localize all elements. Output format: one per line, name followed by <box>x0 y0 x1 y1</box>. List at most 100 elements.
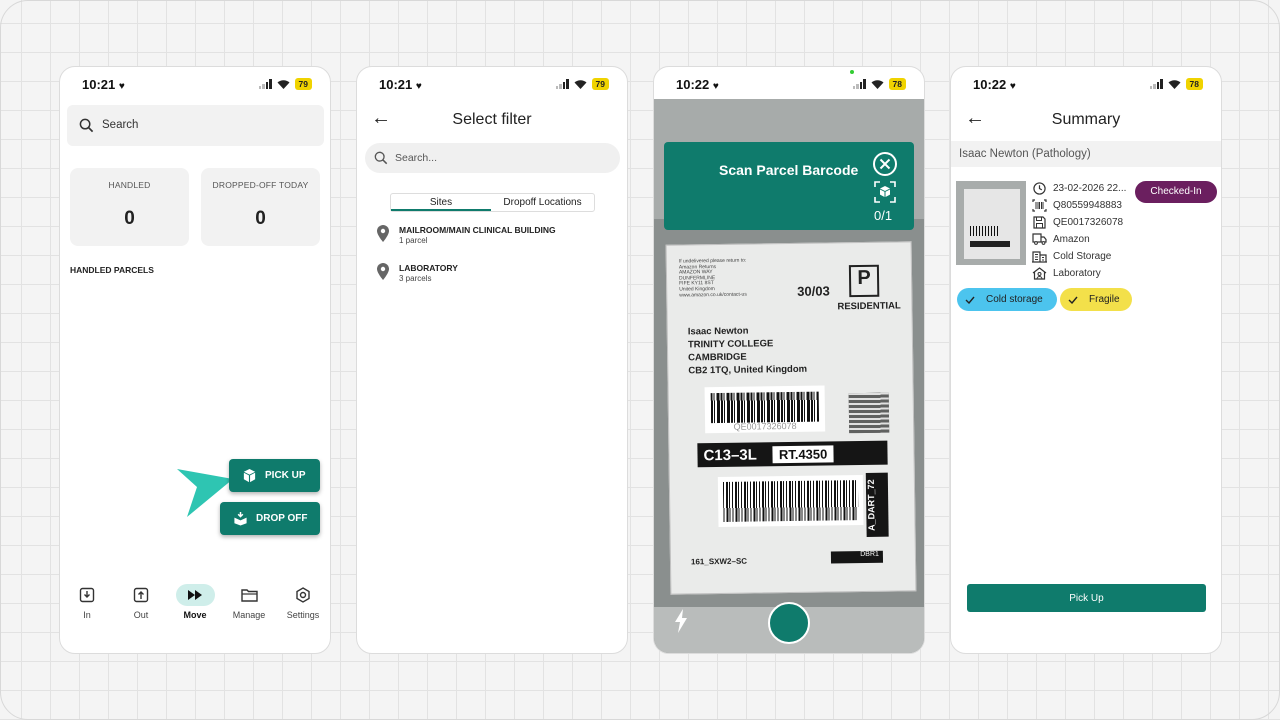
signal-icon <box>852 79 866 89</box>
box-scan-icon <box>874 181 896 203</box>
box-up-icon <box>243 468 256 483</box>
camera-viewfinder[interactable]: If undelivered please return to: Amazon R… <box>654 99 924 653</box>
detail-row: Laboratory <box>1032 267 1101 280</box>
location-count: 1 parcel <box>399 236 428 245</box>
battery-indicator: 78 <box>888 78 906 90</box>
detail-row: Cold Storage <box>1032 250 1111 263</box>
dbr-code: DBR1 <box>830 550 884 564</box>
nav-item-manage[interactable]: Manage <box>225 583 273 620</box>
barcode-icon <box>1032 199 1047 212</box>
nav-label: Manage <box>232 610 266 620</box>
tag-label: Fragile <box>1089 294 1120 305</box>
phone-scan-screen: 10:22 ♥ 78 If undelivered please return … <box>653 66 925 654</box>
nav-label: Move <box>183 610 207 620</box>
parcel-label: If undelivered please return to: Amazon R… <box>665 241 917 595</box>
signal-icon <box>555 79 569 89</box>
phone-home-screen: 10:21 ♥ 79 Search HANDLED 0 DROPPED-OFF … <box>59 66 331 654</box>
stat-value: 0 <box>124 208 135 229</box>
stat-handled: HANDLED 0 <box>70 168 189 246</box>
nav-label: In <box>83 610 91 620</box>
parcel-thumbnail[interactable] <box>956 181 1026 265</box>
status-time: 10:21 ♥ <box>379 77 422 92</box>
tab-dropoff-locations[interactable]: Dropoff Locations <box>491 194 594 211</box>
search-input[interactable]: Search <box>67 105 324 146</box>
signal-icon <box>258 79 272 89</box>
recipient-address: Isaac Newton TRINITY COLLEGE CAMBRIDGE CB2 … <box>687 325 808 377</box>
pick-up-label: PICK UP <box>265 470 306 481</box>
bottom-code: 161_SXW2–SC <box>690 556 748 567</box>
detail-value: Amazon <box>1053 233 1090 245</box>
detail-row: QE0017326078 <box>1032 216 1123 229</box>
nav-item-move[interactable]: Move <box>171 583 219 620</box>
battery-indicator: 79 <box>294 78 312 90</box>
status-bar: 10:21 ♥ 79 <box>60 67 330 101</box>
recipient-bar: Isaac Newton (Pathology) <box>951 141 1221 167</box>
save-icon <box>1033 216 1046 229</box>
detail-row: 23-02-2026 22... <box>1032 182 1126 195</box>
drop-off-label: DROP OFF <box>256 513 308 524</box>
nav-item-out[interactable]: Out <box>117 583 165 620</box>
detail-value: Cold Storage <box>1053 251 1112 262</box>
wifi-icon <box>277 80 290 89</box>
wifi-icon <box>574 80 587 89</box>
fast-forward-icon <box>188 590 202 600</box>
box-down-icon <box>234 511 247 526</box>
qr-code <box>848 392 890 434</box>
search-input[interactable]: Search... <box>365 143 620 173</box>
status-badge: Checked-In <box>1135 181 1217 203</box>
battery-indicator: 79 <box>591 78 609 90</box>
detail-value: Q80559948883 <box>1053 200 1122 211</box>
stat-value: 0 <box>255 208 266 229</box>
signal-icon <box>1149 79 1163 89</box>
return-address: If undelivered please return to: Amazon R… <box>678 257 747 299</box>
search-icon <box>374 151 388 165</box>
pick-up-button[interactable]: Pick Up <box>967 584 1206 612</box>
stat-label: DROPPED-OFF TODAY <box>212 180 309 190</box>
drop-off-button[interactable]: DROP OFF <box>220 502 320 535</box>
status-bar: 10:22 ♥ 78 <box>951 67 1221 101</box>
home-user-icon <box>1032 267 1047 280</box>
map-pin-icon <box>377 225 389 242</box>
search-icon <box>79 118 94 133</box>
scan-progress: 0/1 <box>874 208 893 223</box>
detail-value: 23-02-2026 22... <box>1053 183 1127 194</box>
stat-label: HANDLED <box>108 180 151 190</box>
bottom-nav: In Out Move Manage Settings <box>60 583 330 623</box>
nav-label: Settings <box>286 610 320 620</box>
map-pin-icon <box>377 263 389 280</box>
nav-item-in[interactable]: In <box>63 583 111 620</box>
residential-badge: P <box>848 264 880 298</box>
side-code: A_DART_72 <box>865 472 889 537</box>
tab-sites[interactable]: Sites <box>391 194 491 211</box>
detail-row: Q80559948883 <box>1032 199 1122 212</box>
flash-icon[interactable] <box>674 609 688 633</box>
status-time: 10:22 ♥ <box>973 77 1016 92</box>
barcode-secondary <box>717 475 864 528</box>
tag-fragile: Fragile <box>1060 288 1132 311</box>
wifi-icon <box>1168 80 1181 89</box>
barcode-primary: QE0017326078 <box>704 385 826 434</box>
search-placeholder: Search... <box>395 152 438 164</box>
tag-cold-storage: Cold storage <box>957 288 1057 311</box>
phone-filter-screen: 10:21 ♥ 79 ← Select filter Search... Sit… <box>356 66 628 654</box>
location-name: LABORATORY <box>399 263 458 273</box>
shutter-button[interactable] <box>768 602 810 644</box>
inbox-out-icon <box>133 587 149 603</box>
list-item-location[interactable]: LABORATORY 3 parcels <box>377 263 458 283</box>
location-name: MAILROOM/MAIN CLINICAL BUILDING <box>399 225 556 235</box>
detail-value: QE0017326078 <box>1053 217 1124 228</box>
search-placeholder: Search <box>102 119 139 131</box>
scan-title: Scan Parcel Barcode <box>719 162 859 178</box>
detail-value: Laboratory <box>1053 268 1101 279</box>
pick-up-button[interactable]: PICK UP <box>229 459 320 492</box>
location-count: 3 parcels <box>399 274 432 283</box>
phone-summary-screen: 10:22 ♥ 78 ← Summary Isaac Newton (Patho… <box>950 66 1222 654</box>
list-item-location[interactable]: MAILROOM/MAIN CLINICAL BUILDING 1 parcel <box>377 225 556 245</box>
nav-item-settings[interactable]: Settings <box>279 583 327 620</box>
status-bar: 10:22 ♥ 78 <box>654 67 924 101</box>
page-title: Select filter <box>452 111 532 128</box>
close-circle-icon[interactable] <box>872 151 898 177</box>
section-title: HANDLED PARCELS <box>70 265 154 275</box>
stat-dropped-off-today: DROPPED-OFF TODAY 0 <box>201 168 320 246</box>
nav-active-pill <box>175 584 215 606</box>
